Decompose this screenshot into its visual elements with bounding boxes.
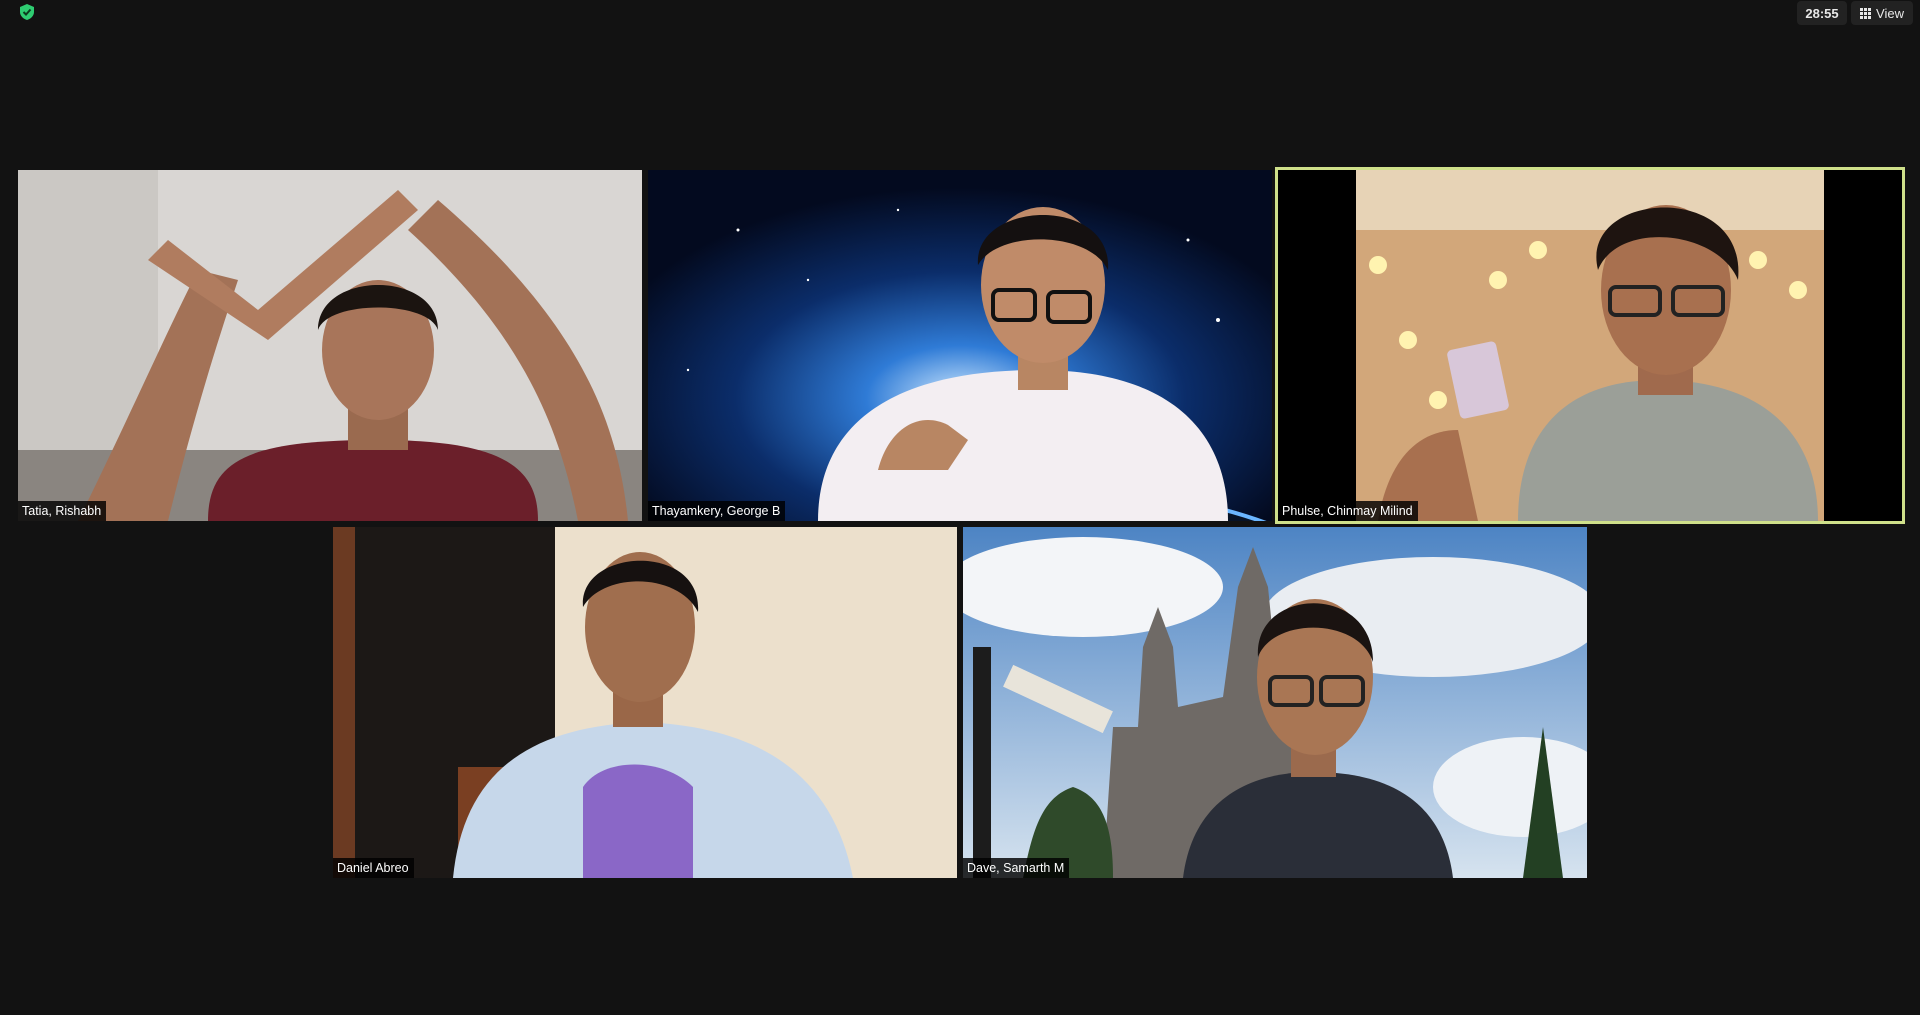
participant-video (963, 527, 1587, 878)
meeting-timer: 28:55 (1797, 1, 1847, 25)
video-tile-participant-4[interactable]: Daniel Abreo (333, 527, 957, 878)
participant-video (1278, 170, 1902, 521)
shield-check-icon[interactable] (18, 3, 36, 21)
participant-name: Phulse, Chinmay Milind (1278, 501, 1418, 521)
video-tile-participant-1[interactable]: Tatia, Rishabh (18, 170, 642, 521)
participant-video (18, 170, 642, 521)
participant-video (648, 170, 1272, 521)
video-tile-participant-5[interactable]: Dave, Samarth M (963, 527, 1587, 878)
participant-name: Dave, Samarth M (963, 858, 1070, 878)
video-tile-participant-2[interactable]: Thayamkery, George B (648, 170, 1272, 521)
participant-name: Thayamkery, George B (648, 501, 786, 521)
grid-icon (1860, 7, 1872, 19)
view-button[interactable]: View (1851, 1, 1913, 25)
video-tile-participant-3[interactable]: Phulse, Chinmay Milind (1275, 167, 1905, 524)
view-button-label: View (1876, 5, 1904, 21)
participant-video (333, 527, 957, 878)
participant-name: Tatia, Rishabh (18, 501, 107, 521)
participant-name: Daniel Abreo (333, 858, 414, 878)
